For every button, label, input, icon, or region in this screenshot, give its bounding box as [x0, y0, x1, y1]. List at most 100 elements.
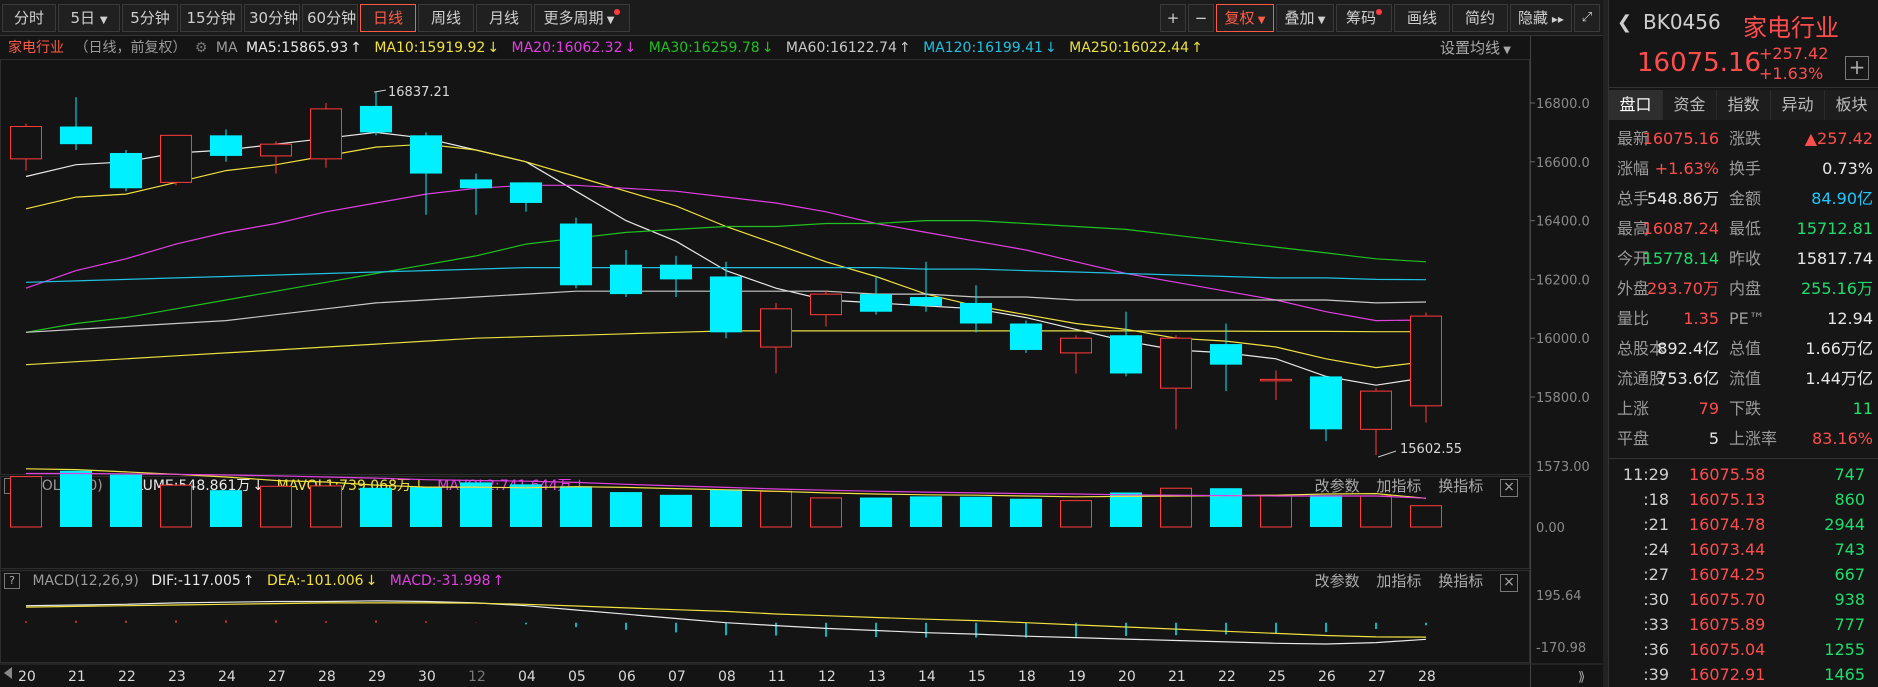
volume-bar-up	[160, 484, 192, 528]
stat-label: 换手	[1729, 159, 1762, 178]
tab-pankou[interactable]: 盘口	[1609, 90, 1663, 120]
period-tab-15min[interactable]: 15分钟	[180, 4, 242, 32]
tab-zijin[interactable]: 资金	[1663, 90, 1717, 120]
hide-panel-button[interactable]: 隐藏 ▸▸	[1510, 4, 1572, 32]
candle-body-up	[810, 293, 842, 316]
tick-row: :39 16072.91 1465	[1609, 662, 1878, 687]
tick-row: :21 16074.78 2944	[1609, 512, 1878, 537]
quote-tabs: 盘口 资金 指数 异动 板块	[1609, 90, 1878, 120]
period-tab-60min[interactable]: 60分钟	[302, 4, 358, 32]
low-price-annotation: 15602.55	[1400, 442, 1462, 457]
quote-stat-row: 涨幅 +1.63% 换手 0.73%	[1609, 154, 1878, 184]
sector-code: BK0456	[1643, 10, 1721, 34]
high-price-annotation: 16837.21	[388, 85, 450, 100]
tab-bankuai[interactable]: 板块	[1825, 90, 1878, 120]
stat-label: 昨收	[1729, 249, 1762, 268]
caret-down-icon: ▼	[603, 15, 615, 26]
volume-bar-down	[360, 487, 392, 527]
x-axis-label: 12	[468, 669, 486, 685]
more-periods-dropdown[interactable]: 更多周期 ▼	[534, 4, 630, 32]
tick-time: :24	[1643, 540, 1669, 559]
volume-bar-up	[810, 497, 842, 528]
divider	[1609, 458, 1878, 459]
period-tab-5min[interactable]: 5分钟	[122, 4, 178, 32]
zoom-out-button[interactable]: −	[1188, 4, 1214, 32]
candle-body-down	[1110, 335, 1142, 374]
stat-value: 15778.14	[1642, 249, 1719, 268]
price-axis-label: 16600.0	[1536, 156, 1590, 171]
period-tab-monthly[interactable]: 月线	[476, 4, 532, 32]
chevron-left-icon[interactable]: ❮	[1617, 12, 1632, 33]
tick-price: 16075.04	[1689, 640, 1766, 659]
x-axis-label: 23	[168, 669, 186, 685]
more-periods-label: 更多周期	[543, 9, 604, 27]
tick-volume: 1465	[1824, 665, 1865, 684]
candle-body-up	[10, 126, 42, 160]
stat-label: 平盘	[1617, 429, 1650, 448]
volume-bar-down	[210, 490, 242, 527]
volume-bar-down	[1110, 492, 1142, 527]
volume-bar-up	[1060, 500, 1092, 528]
stat-value: +1.63%	[1654, 159, 1719, 178]
fuquan-dropdown[interactable]: 复权 ▼	[1216, 4, 1274, 32]
low-price-pointer	[1377, 450, 1397, 458]
candle-body-up	[260, 143, 292, 157]
volume-bar-up	[1410, 505, 1442, 528]
volume-bar-down	[910, 496, 942, 527]
tick-price: 16075.13	[1689, 490, 1766, 509]
last-price: 16075.16	[1637, 48, 1762, 78]
tick-volume: 1255	[1824, 640, 1865, 659]
period-tab-daily[interactable]: 日线	[360, 4, 416, 32]
period-tab-weekly[interactable]: 周线	[418, 4, 474, 32]
period-tab-fenshi[interactable]: 分时	[2, 4, 56, 32]
period-tab-30min[interactable]: 30分钟	[244, 4, 300, 32]
sector-title: 家电行业	[1743, 14, 1839, 42]
stat-label: 外盘	[1617, 279, 1650, 298]
tick-volume: 860	[1834, 490, 1865, 509]
zoom-in-button[interactable]: +	[1160, 4, 1186, 32]
tick-volume: 777	[1834, 615, 1865, 634]
period-tab-5day[interactable]: 5日 ▼	[58, 4, 120, 32]
overlay-dropdown[interactable]: 叠加 ▼	[1276, 4, 1334, 32]
x-axis-label: 30	[418, 669, 436, 685]
x-axis-label: 07	[668, 669, 686, 685]
stat-value: 1.44万亿	[1805, 369, 1873, 388]
tab-yidong[interactable]: 异动	[1771, 90, 1825, 120]
candle-body-down	[1310, 376, 1342, 430]
x-axis-label: 28	[318, 669, 336, 685]
x-axis-label: 19	[1068, 669, 1086, 685]
dif-line	[25, 600, 1427, 645]
chips-label: 筹码	[1345, 9, 1376, 27]
x-axis-label: 20	[18, 669, 36, 685]
tick-row: :24 16073.44 743	[1609, 537, 1878, 562]
tick-price: 16074.25	[1689, 565, 1766, 584]
tab-zhishu[interactable]: 指数	[1717, 90, 1771, 120]
quote-stat-row: 平盘 5 上涨率 83.16%	[1609, 424, 1878, 454]
kline-chart[interactable]: 16800.0 16600.0 16400.0 16200.0 16000.0 15800…	[0, 36, 1603, 687]
candle-body-up	[760, 308, 792, 348]
stat-label: 涨跌	[1729, 129, 1762, 148]
candle-body-down	[560, 223, 592, 286]
fullscreen-icon[interactable]: ⤢	[1574, 4, 1600, 32]
chips-button[interactable]: 筹码	[1336, 4, 1392, 32]
x-axis-label: 11	[768, 669, 786, 685]
stat-label: 最低	[1729, 219, 1762, 238]
draw-line-button[interactable]: 画线	[1394, 4, 1450, 32]
volume-bar-down	[460, 482, 492, 527]
tick-price: 16072.91	[1689, 665, 1766, 684]
stat-label: 涨幅	[1617, 159, 1650, 178]
high-price-pointer	[373, 89, 387, 93]
tick-price: 16073.44	[1689, 540, 1766, 559]
x-axis-label: 05	[568, 669, 586, 685]
volume-bar-up	[10, 476, 42, 528]
volume-bar-down	[610, 492, 642, 527]
volume-bar-up	[260, 485, 292, 528]
quote-panel: ❮ BK0456 家电行业 16075.16 +257.42 +1.63% + …	[1608, 0, 1878, 687]
stat-label: 流值	[1729, 369, 1762, 388]
plus-icon[interactable]: +	[1845, 56, 1869, 80]
candle-body-down	[60, 126, 92, 145]
x-axis-label: 27	[268, 669, 286, 685]
macd-axis-label: 195.64	[1536, 589, 1582, 604]
simple-mode-button[interactable]: 简约	[1452, 4, 1508, 32]
stat-value: 16075.16	[1642, 129, 1719, 148]
